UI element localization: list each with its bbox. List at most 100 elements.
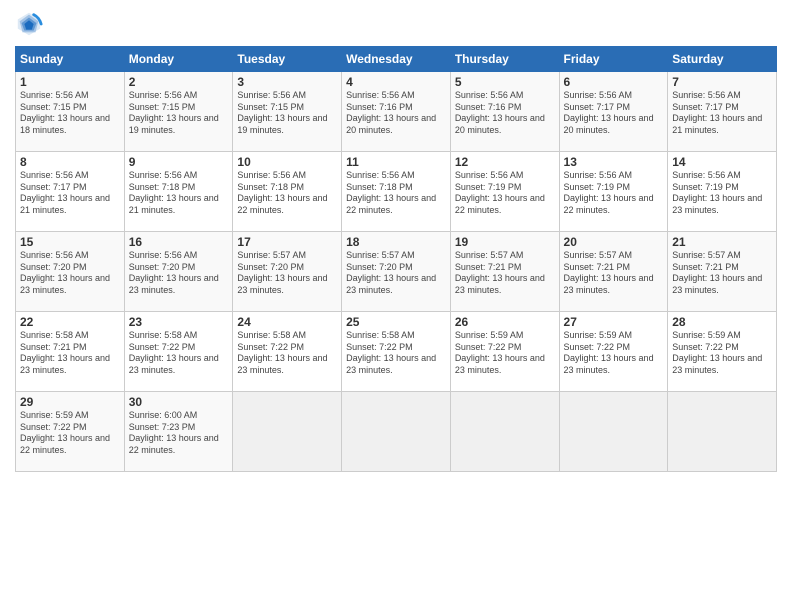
day-info: Sunrise: 5:57 AM Sunset: 7:21 PM Dayligh… <box>455 250 555 297</box>
calendar-cell: 2 Sunrise: 5:56 AM Sunset: 7:15 PM Dayli… <box>124 72 233 152</box>
calendar-cell: 8 Sunrise: 5:56 AM Sunset: 7:17 PM Dayli… <box>16 152 125 232</box>
calendar-cell: 20 Sunrise: 5:57 AM Sunset: 7:21 PM Dayl… <box>559 232 668 312</box>
calendar-week-row: 15 Sunrise: 5:56 AM Sunset: 7:20 PM Dayl… <box>16 232 777 312</box>
day-info: Sunrise: 5:57 AM Sunset: 7:20 PM Dayligh… <box>237 250 337 297</box>
column-header-thursday: Thursday <box>450 47 559 72</box>
column-header-friday: Friday <box>559 47 668 72</box>
calendar-cell <box>450 392 559 472</box>
day-info: Sunrise: 5:56 AM Sunset: 7:20 PM Dayligh… <box>20 250 120 297</box>
calendar-cell: 18 Sunrise: 5:57 AM Sunset: 7:20 PM Dayl… <box>342 232 451 312</box>
calendar-cell: 16 Sunrise: 5:56 AM Sunset: 7:20 PM Dayl… <box>124 232 233 312</box>
day-info: Sunrise: 5:58 AM Sunset: 7:22 PM Dayligh… <box>129 330 229 377</box>
day-info: Sunrise: 5:56 AM Sunset: 7:18 PM Dayligh… <box>346 170 446 217</box>
column-header-saturday: Saturday <box>668 47 777 72</box>
day-number: 2 <box>129 75 229 89</box>
calendar-page: SundayMondayTuesdayWednesdayThursdayFrid… <box>0 0 792 612</box>
day-info: Sunrise: 5:56 AM Sunset: 7:20 PM Dayligh… <box>129 250 229 297</box>
day-number: 12 <box>455 155 555 169</box>
calendar-cell: 17 Sunrise: 5:57 AM Sunset: 7:20 PM Dayl… <box>233 232 342 312</box>
calendar-week-row: 1 Sunrise: 5:56 AM Sunset: 7:15 PM Dayli… <box>16 72 777 152</box>
day-number: 24 <box>237 315 337 329</box>
day-number: 7 <box>672 75 772 89</box>
day-info: Sunrise: 5:57 AM Sunset: 7:21 PM Dayligh… <box>672 250 772 297</box>
calendar-table: SundayMondayTuesdayWednesdayThursdayFrid… <box>15 46 777 472</box>
day-info: Sunrise: 5:56 AM Sunset: 7:18 PM Dayligh… <box>237 170 337 217</box>
calendar-cell: 7 Sunrise: 5:56 AM Sunset: 7:17 PM Dayli… <box>668 72 777 152</box>
day-number: 20 <box>564 235 664 249</box>
column-header-tuesday: Tuesday <box>233 47 342 72</box>
calendar-cell: 11 Sunrise: 5:56 AM Sunset: 7:18 PM Dayl… <box>342 152 451 232</box>
calendar-cell: 9 Sunrise: 5:56 AM Sunset: 7:18 PM Dayli… <box>124 152 233 232</box>
calendar-cell: 5 Sunrise: 5:56 AM Sunset: 7:16 PM Dayli… <box>450 72 559 152</box>
day-number: 25 <box>346 315 446 329</box>
day-number: 19 <box>455 235 555 249</box>
calendar-cell: 22 Sunrise: 5:58 AM Sunset: 7:21 PM Dayl… <box>16 312 125 392</box>
day-info: Sunrise: 5:56 AM Sunset: 7:15 PM Dayligh… <box>237 90 337 137</box>
day-info: Sunrise: 5:57 AM Sunset: 7:21 PM Dayligh… <box>564 250 664 297</box>
day-number: 15 <box>20 235 120 249</box>
day-info: Sunrise: 5:58 AM Sunset: 7:21 PM Dayligh… <box>20 330 120 377</box>
calendar-cell <box>233 392 342 472</box>
calendar-cell: 28 Sunrise: 5:59 AM Sunset: 7:22 PM Dayl… <box>668 312 777 392</box>
calendar-cell: 3 Sunrise: 5:56 AM Sunset: 7:15 PM Dayli… <box>233 72 342 152</box>
calendar-cell: 19 Sunrise: 5:57 AM Sunset: 7:21 PM Dayl… <box>450 232 559 312</box>
day-number: 28 <box>672 315 772 329</box>
day-info: Sunrise: 5:56 AM Sunset: 7:17 PM Dayligh… <box>672 90 772 137</box>
day-number: 13 <box>564 155 664 169</box>
calendar-cell: 25 Sunrise: 5:58 AM Sunset: 7:22 PM Dayl… <box>342 312 451 392</box>
calendar-cell: 26 Sunrise: 5:59 AM Sunset: 7:22 PM Dayl… <box>450 312 559 392</box>
calendar-cell: 13 Sunrise: 5:56 AM Sunset: 7:19 PM Dayl… <box>559 152 668 232</box>
logo-icon <box>15 10 43 38</box>
calendar-cell: 29 Sunrise: 5:59 AM Sunset: 7:22 PM Dayl… <box>16 392 125 472</box>
calendar-cell: 15 Sunrise: 5:56 AM Sunset: 7:20 PM Dayl… <box>16 232 125 312</box>
day-number: 4 <box>346 75 446 89</box>
day-number: 22 <box>20 315 120 329</box>
day-number: 8 <box>20 155 120 169</box>
calendar-week-row: 29 Sunrise: 5:59 AM Sunset: 7:22 PM Dayl… <box>16 392 777 472</box>
day-info: Sunrise: 6:00 AM Sunset: 7:23 PM Dayligh… <box>129 410 229 457</box>
day-number: 21 <box>672 235 772 249</box>
day-info: Sunrise: 5:58 AM Sunset: 7:22 PM Dayligh… <box>346 330 446 377</box>
day-info: Sunrise: 5:57 AM Sunset: 7:20 PM Dayligh… <box>346 250 446 297</box>
day-number: 11 <box>346 155 446 169</box>
day-info: Sunrise: 5:56 AM Sunset: 7:17 PM Dayligh… <box>20 170 120 217</box>
day-info: Sunrise: 5:56 AM Sunset: 7:17 PM Dayligh… <box>564 90 664 137</box>
day-number: 10 <box>237 155 337 169</box>
calendar-week-row: 22 Sunrise: 5:58 AM Sunset: 7:21 PM Dayl… <box>16 312 777 392</box>
day-number: 30 <box>129 395 229 409</box>
calendar-cell <box>559 392 668 472</box>
day-info: Sunrise: 5:56 AM Sunset: 7:19 PM Dayligh… <box>672 170 772 217</box>
day-number: 1 <box>20 75 120 89</box>
day-info: Sunrise: 5:59 AM Sunset: 7:22 PM Dayligh… <box>455 330 555 377</box>
day-number: 5 <box>455 75 555 89</box>
calendar-cell: 4 Sunrise: 5:56 AM Sunset: 7:16 PM Dayli… <box>342 72 451 152</box>
day-number: 16 <box>129 235 229 249</box>
column-header-wednesday: Wednesday <box>342 47 451 72</box>
day-info: Sunrise: 5:59 AM Sunset: 7:22 PM Dayligh… <box>672 330 772 377</box>
day-number: 14 <box>672 155 772 169</box>
calendar-cell: 1 Sunrise: 5:56 AM Sunset: 7:15 PM Dayli… <box>16 72 125 152</box>
day-info: Sunrise: 5:59 AM Sunset: 7:22 PM Dayligh… <box>564 330 664 377</box>
calendar-cell: 14 Sunrise: 5:56 AM Sunset: 7:19 PM Dayl… <box>668 152 777 232</box>
day-number: 17 <box>237 235 337 249</box>
calendar-cell <box>342 392 451 472</box>
day-info: Sunrise: 5:56 AM Sunset: 7:19 PM Dayligh… <box>564 170 664 217</box>
day-info: Sunrise: 5:56 AM Sunset: 7:15 PM Dayligh… <box>129 90 229 137</box>
calendar-cell: 21 Sunrise: 5:57 AM Sunset: 7:21 PM Dayl… <box>668 232 777 312</box>
day-number: 6 <box>564 75 664 89</box>
column-header-sunday: Sunday <box>16 47 125 72</box>
day-number: 9 <box>129 155 229 169</box>
day-number: 29 <box>20 395 120 409</box>
calendar-cell: 6 Sunrise: 5:56 AM Sunset: 7:17 PM Dayli… <box>559 72 668 152</box>
calendar-cell: 23 Sunrise: 5:58 AM Sunset: 7:22 PM Dayl… <box>124 312 233 392</box>
calendar-cell: 27 Sunrise: 5:59 AM Sunset: 7:22 PM Dayl… <box>559 312 668 392</box>
day-info: Sunrise: 5:56 AM Sunset: 7:15 PM Dayligh… <box>20 90 120 137</box>
column-header-monday: Monday <box>124 47 233 72</box>
day-number: 18 <box>346 235 446 249</box>
calendar-cell: 30 Sunrise: 6:00 AM Sunset: 7:23 PM Dayl… <box>124 392 233 472</box>
calendar-cell: 12 Sunrise: 5:56 AM Sunset: 7:19 PM Dayl… <box>450 152 559 232</box>
day-info: Sunrise: 5:59 AM Sunset: 7:22 PM Dayligh… <box>20 410 120 457</box>
day-info: Sunrise: 5:56 AM Sunset: 7:16 PM Dayligh… <box>346 90 446 137</box>
day-info: Sunrise: 5:58 AM Sunset: 7:22 PM Dayligh… <box>237 330 337 377</box>
day-info: Sunrise: 5:56 AM Sunset: 7:16 PM Dayligh… <box>455 90 555 137</box>
